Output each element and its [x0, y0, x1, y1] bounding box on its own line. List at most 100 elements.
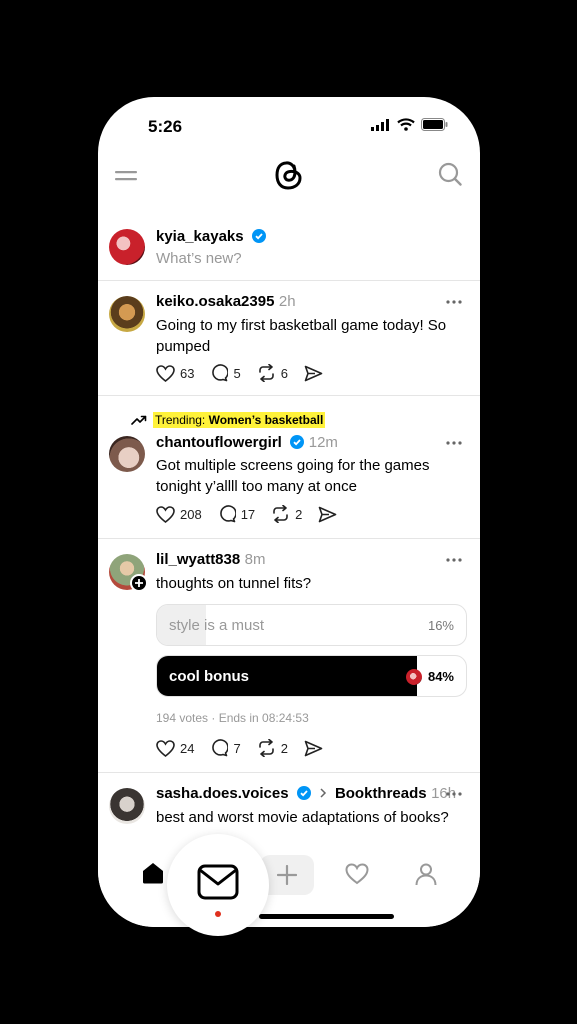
post-age: 12m — [308, 434, 338, 451]
more-options-icon[interactable] — [446, 300, 462, 304]
reply-icon — [212, 739, 229, 757]
home-indicator — [259, 914, 394, 919]
poll-option-label: cool bonus — [169, 668, 249, 685]
poll-option-percent: 16% — [427, 618, 454, 633]
avatar — [109, 436, 145, 472]
status-icons — [371, 118, 448, 131]
share-button[interactable] — [318, 506, 337, 523]
repost-icon — [273, 505, 288, 523]
profile-icon[interactable] — [414, 862, 438, 886]
repost-count: 2 — [280, 740, 288, 756]
verified-badge-icon — [297, 786, 312, 800]
status-time: 5:26 — [148, 117, 183, 136]
trending-topic: Women’s basketball — [208, 413, 324, 427]
avatar — [109, 296, 145, 332]
poll-option-percent: 84% — [427, 669, 454, 684]
trending-prefix: Trending: — [155, 413, 209, 427]
plus-icon — [277, 865, 297, 885]
repost-button[interactable]: 6 — [257, 364, 288, 382]
verified-badge-icon — [290, 435, 305, 449]
post-username[interactable]: keiko.osaka2395 — [156, 293, 274, 310]
reply-button[interactable]: 5 — [210, 364, 241, 382]
like-count: 63 — [180, 365, 195, 381]
search-icon[interactable] — [438, 162, 462, 186]
follow-plus-icon[interactable] — [130, 574, 148, 592]
post-card[interactable]: sasha.does.voices Bookthreads 16h best a… — [98, 773, 480, 853]
post-username[interactable]: lil_wyatt838 — [156, 551, 240, 568]
post-username[interactable]: chantouflowergirl — [156, 434, 282, 451]
share-button[interactable] — [304, 740, 323, 757]
reply-count: 7 — [233, 740, 241, 756]
like-button[interactable]: 208 — [156, 505, 202, 523]
repost-icon — [258, 739, 274, 757]
phone-screen: 5:26 kyia_kayaks What’s new? keiko.osaka… — [98, 97, 480, 927]
share-icon — [319, 506, 337, 522]
share-icon — [304, 740, 323, 756]
like-button[interactable]: 24 — [156, 739, 195, 757]
trending-label[interactable]: Trending: Women’s basketball — [131, 412, 326, 428]
community-name[interactable]: Bookthreads — [335, 785, 427, 802]
heart-icon — [156, 364, 175, 382]
like-count: 24 — [180, 740, 195, 756]
post-text: Going to my first basketball game today!… — [156, 317, 447, 355]
chevron-right-icon — [320, 788, 327, 798]
messages-button[interactable] — [167, 834, 269, 936]
notification-dot — [215, 911, 221, 917]
trending-arrow-icon — [131, 415, 147, 425]
signal-icon — [371, 118, 389, 131]
poll-option[interactable]: style is a must 16% — [156, 604, 467, 646]
composer-username: kyia_kayaks — [156, 228, 244, 245]
post-age: 2h — [278, 293, 296, 310]
post-actions: 63 5 6 — [156, 364, 339, 382]
repost-count: 2 — [295, 506, 303, 522]
tab-bar — [98, 847, 480, 927]
post-text: best and worst movie adaptations of book… — [156, 809, 449, 826]
menu-icon[interactable] — [115, 168, 137, 184]
post-card[interactable]: Trending: Women’s basketball chantouflow… — [98, 396, 480, 538]
post-text: thoughts on tunnel fits? — [156, 575, 312, 592]
status-bar: 5:26 — [98, 97, 480, 153]
reply-icon — [212, 364, 229, 382]
voter-avatar — [406, 669, 422, 685]
battery-icon — [421, 118, 448, 131]
post-age: 8m — [244, 551, 266, 568]
reply-count: 5 — [233, 365, 241, 381]
poll-info: 194 votes · Ends in 08:24:53 — [156, 711, 309, 725]
repost-icon — [258, 364, 274, 382]
poll-option-selected[interactable]: cool bonus 84% — [156, 655, 467, 697]
verified-badge-icon — [252, 229, 267, 243]
threads-logo-icon[interactable] — [273, 157, 305, 193]
post-actions: 208 17 2 — [156, 505, 353, 523]
repost-button[interactable]: 2 — [257, 739, 288, 757]
avatar — [109, 788, 145, 824]
composer-placeholder[interactable]: What’s new? — [156, 250, 242, 267]
heart-icon — [156, 739, 175, 757]
like-button[interactable]: 63 — [156, 364, 195, 382]
post-text: Got multiple screens going for the games… — [156, 457, 430, 495]
reply-icon — [219, 505, 236, 523]
heart-icon — [156, 505, 175, 523]
like-count: 208 — [180, 506, 202, 522]
more-options-icon[interactable] — [446, 558, 462, 562]
mail-icon — [197, 864, 239, 900]
post-username[interactable]: sasha.does.voices — [156, 785, 289, 802]
repost-button[interactable]: 2 — [271, 505, 302, 523]
avatar — [109, 229, 145, 265]
top-bar — [98, 153, 480, 199]
reply-count: 17 — [240, 506, 256, 522]
post-card[interactable]: lil_wyatt838 8m thoughts on tunnel fits?… — [98, 539, 480, 772]
repost-count: 6 — [280, 365, 288, 381]
composer[interactable]: kyia_kayaks What’s new? — [98, 221, 480, 281]
reply-button[interactable]: 17 — [218, 505, 255, 523]
reply-button[interactable]: 7 — [210, 739, 241, 757]
share-icon — [304, 365, 323, 381]
activity-heart-icon[interactable] — [345, 863, 369, 885]
poll-option-label: style is a must — [169, 617, 265, 634]
more-options-icon[interactable] — [446, 441, 462, 445]
post-actions: 24 7 2 — [156, 739, 339, 757]
share-button[interactable] — [304, 365, 323, 382]
wifi-icon — [397, 118, 415, 131]
post-card[interactable]: keiko.osaka2395 2h Going to my first bas… — [98, 281, 480, 395]
more-options-icon[interactable] — [446, 792, 462, 796]
home-icon[interactable] — [141, 861, 165, 885]
